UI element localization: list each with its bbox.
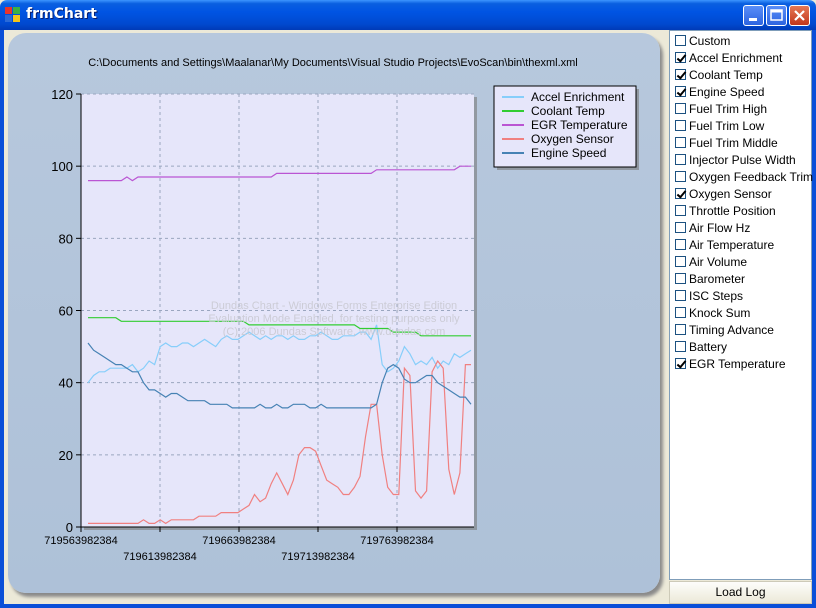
x-tick-label: 719763982384 (360, 535, 433, 547)
checklist-item-label: Oxygen Sensor (689, 187, 772, 201)
watermark-line-3: (C) 2006 Dundas Software, www.dundas.com (223, 326, 446, 338)
checklist-item-label: ISC Steps (689, 289, 744, 303)
app-icon[interactable] (5, 7, 21, 23)
checkbox[interactable] (675, 103, 686, 114)
checkbox[interactable] (675, 154, 686, 165)
checkbox[interactable] (675, 341, 686, 352)
checkbox[interactable] (675, 69, 686, 80)
checklist-item-label: Coolant Temp (689, 68, 763, 82)
y-tick-label: 80 (59, 231, 73, 246)
checklist-item-label: Oxygen Feedback Trim (689, 170, 814, 184)
checklist-item-label: Knock Sum (689, 306, 751, 320)
title-bar[interactable]: frmChart (0, 0, 816, 30)
y-tick-label: 120 (51, 87, 73, 102)
close-icon (794, 10, 805, 21)
client-area: C:\Documents and Settings\Maalanar\My Do… (4, 30, 814, 604)
x-tick-label: 719613982384 (123, 551, 196, 563)
checkbox[interactable] (675, 188, 686, 199)
window-frame-bottom (0, 604, 816, 608)
minimize-icon (749, 18, 757, 21)
checkbox[interactable] (675, 205, 686, 216)
close-button[interactable] (789, 5, 810, 26)
checkbox[interactable] (675, 273, 686, 284)
checklist-item-label: Air Volume (689, 255, 748, 269)
checkbox[interactable] (675, 256, 686, 267)
checklist-item-label: Battery (689, 340, 728, 354)
checklist-item-label: Barometer (689, 272, 746, 286)
legend-label: EGR Temperature (531, 118, 628, 132)
checklist-item-label: Air Temperature (689, 238, 775, 252)
y-tick-label: 40 (59, 376, 73, 391)
x-tick-label: 719713982384 (281, 551, 354, 563)
maximize-button[interactable] (766, 5, 787, 26)
legend-label: Oxygen Sensor (531, 132, 614, 146)
watermark: Dundas Chart - Windows Forms Enterprise … (208, 300, 460, 338)
minimize-button[interactable] (743, 5, 764, 26)
checklist-item-label: EGR Temperature (689, 357, 786, 371)
checklist-item-label: Fuel Trim Low (689, 119, 765, 133)
legend: Accel EnrichmentCoolant TempEGR Temperat… (493, 85, 639, 170)
maximize-icon (770, 9, 783, 21)
x-tick-label: 719663982384 (202, 535, 275, 547)
checklist-item-label: Engine Speed (689, 85, 765, 99)
checkbox[interactable] (675, 86, 686, 97)
checklist-item-label: Air Flow Hz (689, 221, 751, 235)
checklist-item-label: Injector Pulse Width (689, 153, 796, 167)
checkbox[interactable] (675, 239, 686, 250)
chart-area: C:\Documents and Settings\Maalanar\My Do… (4, 30, 668, 604)
checklist-item-label: Fuel Trim Middle (689, 136, 778, 150)
main-window: frmChart C:\Documents and Settings\Maala… (0, 0, 816, 608)
checkbox[interactable] (675, 222, 686, 233)
line-chart[interactable]: C:\Documents and Settings\Maalanar\My Do… (4, 30, 668, 604)
checkbox[interactable] (675, 307, 686, 318)
checkbox[interactable] (675, 324, 686, 335)
y-tick-label: 0 (66, 520, 73, 535)
series-checklist[interactable]: Custom Accel Enrichment Coolant Temp Engine… (669, 30, 814, 580)
load-log-button[interactable]: Load Log (669, 581, 812, 604)
checklist-item-label: Accel Enrichment (689, 51, 783, 65)
legend-label: Accel Enrichment (531, 90, 625, 104)
y-tick-label: 20 (59, 448, 73, 463)
y-tick-label: 100 (51, 159, 73, 174)
watermark-line-2: Evaluation Mode Enabled, for testing pur… (208, 313, 460, 325)
checkbox[interactable] (675, 290, 686, 301)
legend-label: Coolant Temp (531, 104, 605, 118)
checkbox[interactable] (675, 171, 686, 182)
x-tick-label: 719563982384 (44, 535, 117, 547)
window-frame-right (812, 30, 816, 608)
checklist-item-label: Throttle Position (689, 204, 776, 218)
checkbox[interactable] (675, 137, 686, 148)
watermark-line-1: Dundas Chart - Windows Forms Enterprise … (211, 300, 457, 312)
chart-title: C:\Documents and Settings\Maalanar\My Do… (88, 57, 578, 69)
checklist-item-label: Timing Advance (689, 323, 774, 337)
plot-area: 0 20 40 60 80 100 120 719563982384 719613982384 7… (44, 87, 477, 563)
checkbox[interactable] (675, 35, 686, 46)
checkbox[interactable] (675, 358, 686, 369)
checkbox[interactable] (675, 52, 686, 63)
window-title: frmChart (26, 6, 97, 22)
checklist-item-label: Custom (689, 34, 731, 48)
legend-label: Engine Speed (531, 146, 606, 160)
y-tick-label: 60 (59, 304, 73, 319)
checkbox[interactable] (675, 120, 686, 131)
checklist-item-label: Fuel Trim High (689, 102, 768, 116)
